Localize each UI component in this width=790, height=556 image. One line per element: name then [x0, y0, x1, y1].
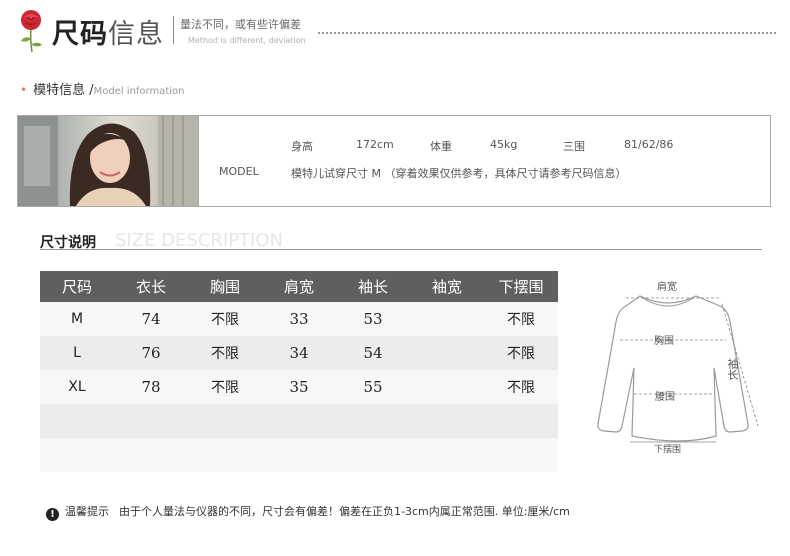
title-divider — [173, 16, 174, 44]
size-description-divider — [40, 249, 762, 250]
chest-label: 胸围 — [654, 334, 674, 347]
footer-note-label: 温馨提示 — [65, 505, 109, 518]
table-cell: 不限 — [188, 302, 262, 336]
col-size: 尺码 — [40, 271, 114, 302]
page-subtitle-en: Method is different, deviation — [188, 36, 306, 45]
table-cell — [410, 438, 484, 472]
col-chest: 胸围 — [188, 271, 262, 302]
weight-value: 45kg — [490, 138, 518, 151]
bullet-icon: • — [20, 83, 28, 97]
table-row: M 74 不限 33 53 不限 — [40, 302, 558, 336]
measurements-label: 三围 — [563, 140, 585, 153]
hem-label: 下摆围 — [654, 443, 681, 454]
table-cell — [40, 404, 114, 438]
table-cell — [114, 438, 188, 472]
page-title-light: 信息 — [108, 19, 164, 50]
model-photo — [18, 116, 198, 206]
table-cell: 76 — [114, 336, 188, 370]
table-cell: 55 — [336, 370, 410, 404]
table-cell: 不限 — [484, 302, 558, 336]
model-info-label-en: Model information — [93, 86, 185, 97]
table-row — [40, 438, 558, 472]
col-shoulder: 肩宽 — [262, 271, 336, 302]
table-row: L 76 不限 34 54 不限 — [40, 336, 558, 370]
table-cell — [262, 404, 336, 438]
size-table-header: 尺码 衣长 胸围 肩宽 袖长 袖宽 下摆围 — [40, 271, 558, 302]
table-cell: 78 — [114, 370, 188, 404]
col-hem: 下摆围 — [484, 271, 558, 302]
table-cell: XL — [40, 370, 114, 404]
table-cell: L — [40, 336, 114, 370]
warning-icon: ! — [46, 508, 59, 521]
model-size-note: 模特儿试穿尺寸 M （穿着效果仅供参考，具体尺寸请参考尺码信息） — [291, 167, 627, 180]
table-cell: 33 — [262, 302, 336, 336]
table-cell — [114, 404, 188, 438]
col-length: 衣长 — [114, 271, 188, 302]
waist-label: 腰围 — [655, 391, 675, 403]
rose-logo-icon — [21, 10, 42, 53]
size-table: 尺码 衣长 胸围 肩宽 袖长 袖宽 下摆围 M 74 不限 33 53 不限 L… — [40, 271, 558, 472]
weight-label: 体重 — [430, 140, 452, 153]
col-sleeve-width: 袖宽 — [410, 271, 484, 302]
table-cell — [410, 370, 484, 404]
table-cell — [410, 336, 484, 370]
table-cell — [40, 438, 114, 472]
table-cell: 不限 — [188, 370, 262, 404]
table-cell: 不限 — [188, 336, 262, 370]
model-info-heading: • 模特信息 /Model information — [20, 79, 185, 98]
page-subtitle: 量法不同，或有些许偏差 — [180, 18, 301, 31]
garment-diagram: 肩宽 胸围 袖长 腰围 下摆围 — [597, 280, 759, 454]
page-title-bold: 尺码 — [52, 19, 108, 50]
table-cell: M — [40, 302, 114, 336]
table-cell — [410, 302, 484, 336]
model-info-box: MODEL 身高 172cm 体重 45kg 三围 81/62/86 模特儿试穿… — [17, 115, 771, 207]
table-cell: 54 — [336, 336, 410, 370]
table-cell: 35 — [262, 370, 336, 404]
table-cell — [336, 404, 410, 438]
table-cell — [410, 404, 484, 438]
measurements-value: 81/62/86 — [624, 138, 674, 151]
table-cell: 34 — [262, 336, 336, 370]
model-info-label: 模特信息 / — [33, 83, 94, 98]
table-row: XL 78 不限 35 55 不限 — [40, 370, 558, 404]
model-photo-image — [18, 116, 198, 206]
col-sleeve-length: 袖长 — [336, 271, 410, 302]
table-cell: 74 — [114, 302, 188, 336]
table-cell — [484, 404, 558, 438]
shoulder-label: 肩宽 — [657, 280, 677, 293]
table-cell — [262, 438, 336, 472]
table-cell — [188, 404, 262, 438]
model-photo-divider — [198, 116, 199, 206]
table-cell: 不限 — [484, 336, 558, 370]
table-row — [40, 404, 558, 438]
table-cell — [484, 438, 558, 472]
sleeve-label: 袖长 — [726, 357, 739, 380]
footer-note-text: 由于个人量法与仪器的不同，尺寸会有偏差！偏差在正负1-3cm内属正常范围. 单位… — [119, 505, 570, 518]
height-value: 172cm — [356, 138, 394, 151]
page-title: 尺码信息 — [52, 12, 164, 51]
table-cell: 不限 — [484, 370, 558, 404]
footer-note: ! 温馨提示 由于个人量法与仪器的不同，尺寸会有偏差！偏差在正负1-3cm内属正常范… — [46, 503, 570, 521]
table-cell — [188, 438, 262, 472]
size-description-title-en: SIZE DESCRIPTION — [115, 230, 283, 251]
model-label: MODEL — [219, 165, 259, 178]
dotted-divider — [318, 32, 776, 34]
table-cell — [336, 438, 410, 472]
table-cell: 53 — [336, 302, 410, 336]
height-label: 身高 — [291, 140, 313, 153]
